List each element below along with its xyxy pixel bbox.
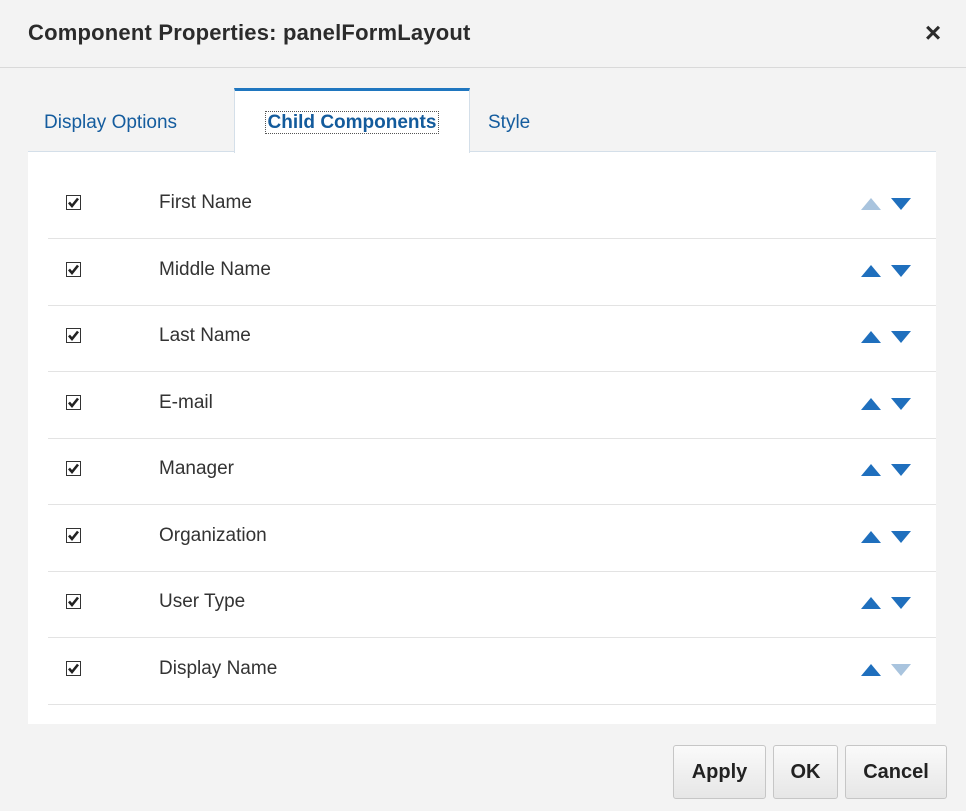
move-up-arrow-icon[interactable] [860,463,882,477]
list-item: User Type [48,572,936,638]
move-up-arrow-icon [860,197,882,211]
checkbox[interactable] [66,527,81,543]
list-item: Manager [48,439,936,505]
move-down-arrow-icon[interactable] [890,264,912,278]
move-down-arrow-icon[interactable] [890,197,912,211]
move-up-arrow-icon[interactable] [860,663,882,677]
component-label: Manager [159,458,234,479]
move-down-arrow-icon[interactable] [890,397,912,411]
component-label: Organization [159,524,267,546]
checkbox[interactable] [66,328,81,343]
checkmark-icon [68,397,80,408]
list-item: Display Name [48,639,936,705]
checkbox[interactable] [66,394,81,410]
tab-display-options[interactable]: Display Options [44,88,177,151]
child-components-panel: First Name Middle Name Last Name E-mail Mana… [28,151,936,724]
tab-child-components-label: Child Components [264,111,440,134]
move-up-arrow-icon[interactable] [860,264,882,278]
list-item: Middle Name [48,240,936,306]
apply-button[interactable]: Apply [673,745,766,799]
component-label: Middle Name [159,258,271,280]
checkmark-icon [68,663,80,674]
move-up-arrow-icon[interactable] [860,596,882,610]
checkmark-icon [68,264,80,275]
list-item: Organization [48,506,936,572]
cancel-button[interactable]: Cancel [845,745,947,799]
tab-child-components[interactable]: Child Components [234,88,470,153]
checkbox[interactable] [66,261,81,277]
component-label: User Type [159,591,246,612]
move-down-arrow-icon[interactable] [890,596,912,610]
checkmark-icon [68,463,80,475]
list-item: Last Name [48,306,936,372]
checkmark-icon [68,596,80,608]
component-properties-dialog: Component Properties: panelFormLayout × … [0,0,966,811]
checkmark-icon [68,530,80,541]
move-up-arrow-icon[interactable] [860,397,882,411]
move-down-arrow-icon[interactable] [890,530,912,544]
component-label: E-mail [159,391,213,413]
ok-button[interactable]: OK [773,745,838,799]
close-icon[interactable]: × [918,16,948,50]
component-label: First Name [159,192,252,213]
checkbox[interactable] [66,195,81,210]
dialog-title: Component Properties: panelFormLayout [28,20,471,45]
component-label: Last Name [159,325,251,346]
move-down-arrow-icon[interactable] [890,463,912,477]
dialog-titlebar: Component Properties: panelFormLayout × [0,0,966,68]
checkbox[interactable] [66,461,81,476]
move-up-arrow-icon[interactable] [860,330,882,344]
list-item: E-mail [48,373,936,439]
list-item: First Name [48,173,936,239]
tab-bar: Display Options Child Components Style [28,88,936,153]
checkbox[interactable] [66,594,81,609]
checkmark-icon [68,330,80,342]
checkmark-icon [68,197,80,209]
move-up-arrow-icon[interactable] [860,530,882,544]
component-label: Display Name [159,657,278,679]
move-down-arrow-icon [890,663,912,677]
tab-style[interactable]: Style [488,88,530,151]
checkbox[interactable] [66,660,81,676]
move-down-arrow-icon[interactable] [890,330,912,344]
